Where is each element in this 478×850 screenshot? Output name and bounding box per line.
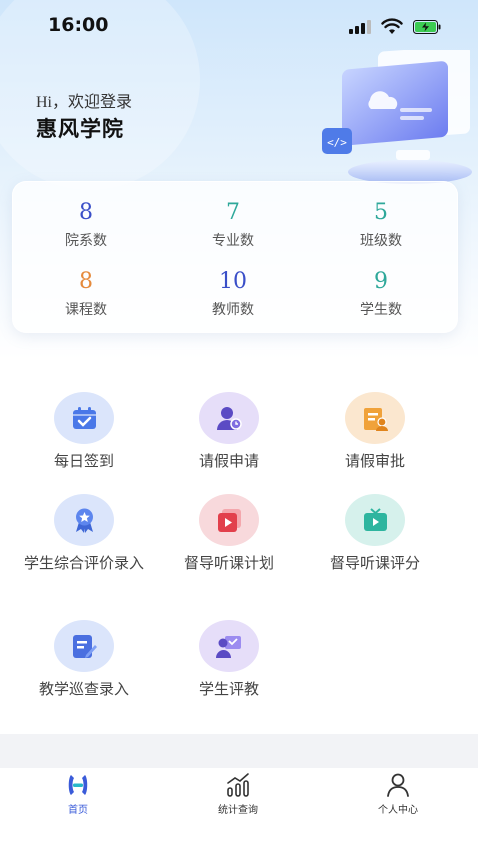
stats-card: 8 院系数 7 专业数 5 班级数 8 课程数 10 教师数 9 学生数 xyxy=(12,181,458,333)
stat-value: 9 xyxy=(374,269,388,294)
stat-label: 课程数 xyxy=(65,302,107,318)
school-name: 惠风学院 xyxy=(36,117,124,141)
stat-value: 8 xyxy=(79,200,93,225)
tab-home[interactable]: 首页 xyxy=(18,772,138,816)
stat-classes[interactable]: 5 班级数 xyxy=(321,200,441,250)
stat-students[interactable]: 9 学生数 xyxy=(321,269,441,319)
tab-profile[interactable]: 个人中心 xyxy=(338,772,458,816)
menu-supervision-score[interactable]: 督导听课评分 xyxy=(305,494,445,575)
stat-value: 7 xyxy=(226,200,240,225)
stat-majors[interactable]: 7 专业数 xyxy=(173,200,293,250)
menu-student-evaluation-entry[interactable]: 学生综合评价录入 xyxy=(14,494,154,575)
stat-value: 5 xyxy=(374,200,388,225)
tv-score-icon xyxy=(345,494,405,546)
menu-daily-checkin[interactable]: 每日签到 xyxy=(14,392,154,473)
user-icon xyxy=(387,773,409,797)
status-bar: 16:00 xyxy=(0,0,478,56)
approval-icon xyxy=(345,392,405,444)
section-divider xyxy=(0,734,478,768)
stat-label: 班级数 xyxy=(360,233,402,249)
home-logo-icon xyxy=(68,775,88,795)
tab-label: 首页 xyxy=(68,805,88,816)
menu-label: 请假申请 xyxy=(198,452,259,470)
bottom-tab-bar: 首页 统计查询 个人中心 xyxy=(0,768,478,850)
tab-label: 统计查询 xyxy=(218,805,258,816)
menu-leave-request[interactable]: 请假申请 xyxy=(159,392,299,473)
menu-label: 督导听课计划 xyxy=(183,554,274,572)
stat-value: 8 xyxy=(79,269,93,294)
stat-value: 10 xyxy=(219,269,247,294)
award-icon xyxy=(54,494,114,546)
svg-text:</>: </> xyxy=(327,136,347,149)
stat-label: 专业数 xyxy=(212,233,254,249)
menu-label: 学生评教 xyxy=(198,680,259,698)
wifi-icon xyxy=(381,18,403,34)
greeting-text: Hi，欢迎登录 xyxy=(36,94,133,111)
menu-label: 学生综合评价录入 xyxy=(23,554,144,572)
stat-teachers[interactable]: 10 教师数 xyxy=(173,269,293,319)
computer-illustration: </> xyxy=(322,50,472,184)
menu-teaching-inspection-entry[interactable]: 教学巡查录入 xyxy=(14,620,154,701)
teacher-review-icon xyxy=(199,620,259,672)
menu-label: 请假审批 xyxy=(344,452,405,470)
menu-label: 每日签到 xyxy=(53,452,114,470)
stat-label: 学生数 xyxy=(360,302,402,318)
status-time: 16:00 xyxy=(48,14,109,36)
calendar-check-icon xyxy=(54,392,114,444)
video-plan-icon xyxy=(199,494,259,546)
user-leave-icon xyxy=(199,392,259,444)
stat-departments[interactable]: 8 院系数 xyxy=(26,200,146,250)
edit-note-icon xyxy=(54,620,114,672)
menu-supervision-plan[interactable]: 督导听课计划 xyxy=(159,494,299,575)
menu-label: 督导听课评分 xyxy=(329,554,420,572)
chart-icon xyxy=(227,773,249,797)
tab-statistics[interactable]: 统计查询 xyxy=(178,772,298,816)
menu-student-teacher-review[interactable]: 学生评教 xyxy=(159,620,299,701)
menu-label: 教学巡查录入 xyxy=(38,680,129,698)
menu-leave-approval[interactable]: 请假审批 xyxy=(305,392,445,473)
signal-icon xyxy=(349,20,375,34)
battery-charging-icon xyxy=(413,20,441,34)
tab-label: 个人中心 xyxy=(378,805,418,816)
stat-courses[interactable]: 8 课程数 xyxy=(26,269,146,319)
stat-label: 院系数 xyxy=(65,233,107,249)
stat-label: 教师数 xyxy=(212,302,254,318)
